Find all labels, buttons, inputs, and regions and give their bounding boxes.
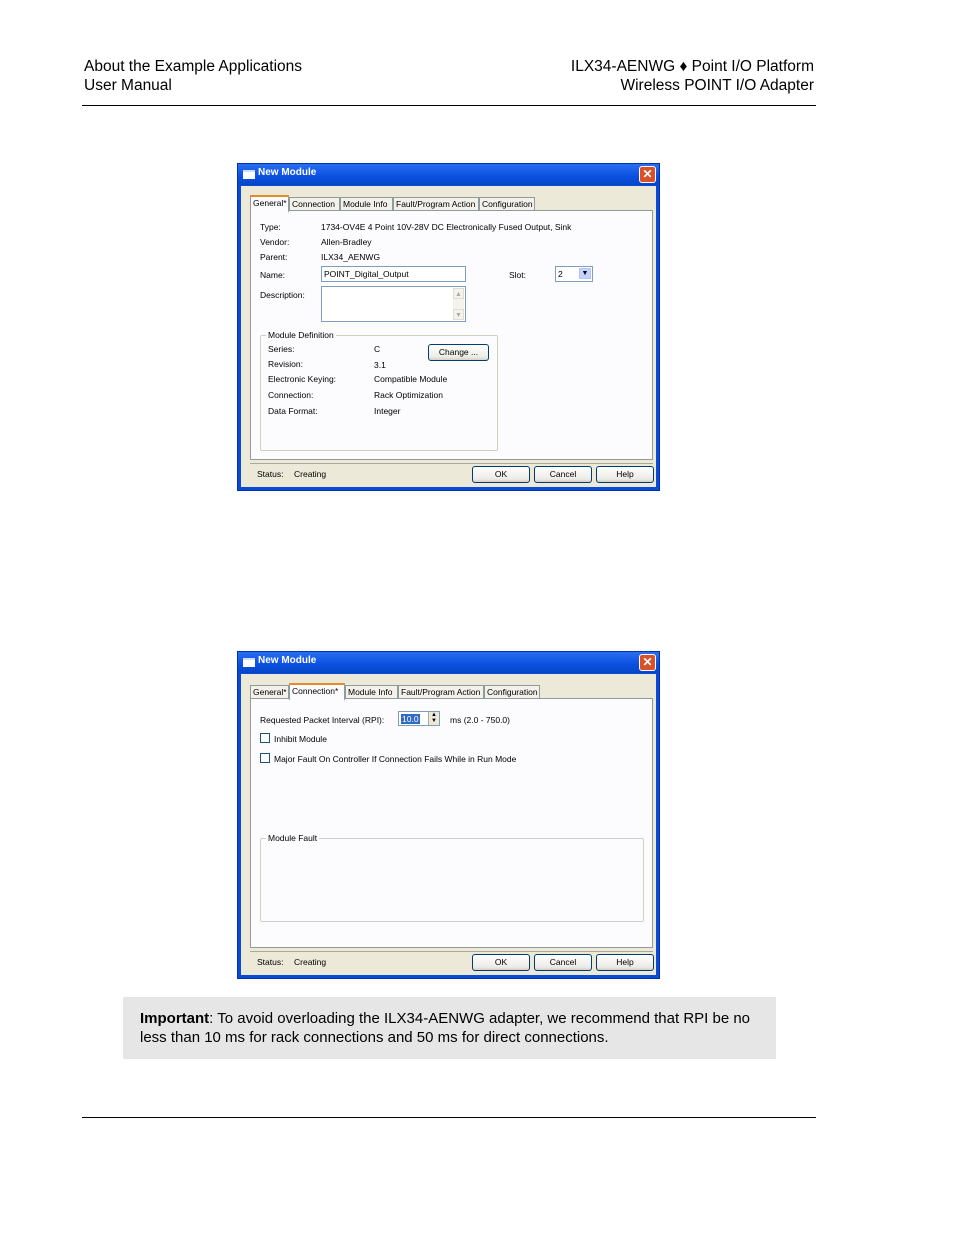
status-label: Status:	[257, 957, 284, 967]
rpi-input[interactable]: 10.0 ▲ ▼	[398, 711, 440, 726]
important-text: : To avoid overloading the ILX34-AENWG a…	[140, 1010, 751, 1046]
header-product-subtitle: Wireless POINT I/O Adapter	[620, 77, 814, 94]
footer-rule	[82, 1117, 816, 1118]
dialog-body: General* Connection Module Info Fault/Pr…	[241, 186, 656, 487]
inhibit-module-checkbox[interactable]	[260, 733, 270, 743]
revision-label: Revision:	[268, 359, 303, 369]
status-value: Creating	[294, 469, 327, 479]
help-button[interactable]: Help	[596, 466, 654, 483]
ok-button[interactable]: OK	[472, 954, 530, 971]
dialog-title: New Module	[258, 655, 317, 666]
tab-panel: Requested Packet Interval (RPI): 10.0 ▲ ▼…	[250, 698, 653, 948]
keying-label: Electronic Keying:	[268, 374, 337, 384]
description-input[interactable]: ▲ ▼	[321, 286, 466, 322]
new-module-dialog-connection: New Module ✕ General* Connection* Module…	[237, 651, 660, 979]
dialog-titlebar[interactable]: New Module ✕	[238, 652, 659, 673]
new-module-dialog-general: New Module ✕ General* Connection Module …	[237, 163, 660, 491]
help-button[interactable]: Help	[596, 954, 654, 971]
module-fault-title: Module Fault	[266, 833, 320, 843]
status-separator	[250, 951, 653, 952]
module-definition-title: Module Definition	[266, 330, 336, 340]
header-manual-title: User Manual	[84, 77, 172, 94]
important-note: Important: To avoid overloading the ILX3…	[123, 997, 776, 1059]
status-value: Creating	[294, 957, 327, 967]
rpi-spinner[interactable]: ▲ ▼	[428, 712, 439, 725]
header-left: About the Example Applications User Manu…	[84, 57, 302, 95]
revision-value: 3.1	[374, 360, 386, 370]
data-format-value: Integer	[374, 406, 401, 416]
slot-select[interactable]: 2 ▼	[555, 266, 593, 282]
connection-label: Connection:	[268, 390, 314, 400]
scroll-up-icon[interactable]: ▲	[453, 288, 464, 299]
parent-label: Parent:	[260, 252, 288, 262]
dialog-title: New Module	[258, 167, 317, 178]
header-product-title: ILX34-AENWG ♦ Point I/O Platform	[570, 58, 814, 75]
status-separator	[250, 463, 653, 464]
dialog-body: General* Connection* Module Info Fault/P…	[241, 674, 656, 975]
series-label: Series:	[268, 344, 295, 354]
rpi-range: ms (2.0 - 750.0)	[450, 715, 510, 725]
vendor-value: Allen-Bradley	[321, 237, 372, 247]
rpi-value: 10.0	[401, 714, 420, 724]
name-label: Name:	[260, 270, 286, 280]
description-label: Description:	[260, 290, 305, 300]
parent-value: ILX34_AENWG	[321, 252, 381, 262]
dialog-titlebar[interactable]: New Module ✕	[238, 164, 659, 185]
type-value: 1734-OV4E 4 Point 10V-28V DC Electronica…	[321, 222, 572, 232]
data-format-label: Data Format:	[268, 406, 318, 416]
module-definition-group: Module Definition Series: C Revision: 3.…	[260, 330, 498, 451]
tab-panel: Type: 1734-OV4E 4 Point 10V-28V DC Elect…	[250, 210, 653, 460]
cancel-button[interactable]: Cancel	[534, 466, 592, 483]
change-button[interactable]: Change ...	[428, 344, 489, 361]
close-icon[interactable]: ✕	[639, 166, 656, 183]
tab-general[interactable]: General*	[250, 195, 289, 212]
scroll-down-icon[interactable]: ▼	[453, 309, 464, 320]
series-value: C	[374, 344, 381, 354]
type-label: Type:	[260, 222, 281, 232]
description-scrollbar[interactable]: ▲ ▼	[453, 288, 464, 320]
chevron-down-icon[interactable]: ▼	[579, 268, 591, 279]
major-fault-checkbox[interactable]	[260, 753, 270, 763]
ok-button[interactable]: OK	[472, 466, 530, 483]
window-icon	[243, 170, 255, 179]
keying-value: Compatible Module	[374, 374, 448, 384]
inhibit-module-label: Inhibit Module	[274, 734, 327, 744]
cancel-button[interactable]: Cancel	[534, 954, 592, 971]
module-fault-group: Module Fault	[260, 833, 644, 922]
header-rule	[82, 105, 816, 106]
header-right: ILX34-AENWG ♦ Point I/O Platform Wireles…	[571, 57, 814, 95]
important-label: Important	[140, 1010, 210, 1027]
name-input[interactable]: POINT_Digital_Output	[321, 266, 466, 282]
status-label: Status:	[257, 469, 284, 479]
slot-label: Slot:	[509, 270, 527, 280]
tab-connection[interactable]: Connection*	[289, 683, 345, 700]
close-icon[interactable]: ✕	[639, 654, 656, 671]
rpi-label: Requested Packet Interval (RPI):	[260, 715, 385, 725]
slot-value: 2	[558, 269, 563, 279]
vendor-label: Vendor:	[260, 237, 290, 247]
header-section-title: About the Example Applications	[84, 58, 302, 75]
connection-value: Rack Optimization	[374, 390, 443, 400]
major-fault-label: Major Fault On Controller If Connection …	[274, 754, 517, 764]
window-icon	[243, 658, 255, 667]
